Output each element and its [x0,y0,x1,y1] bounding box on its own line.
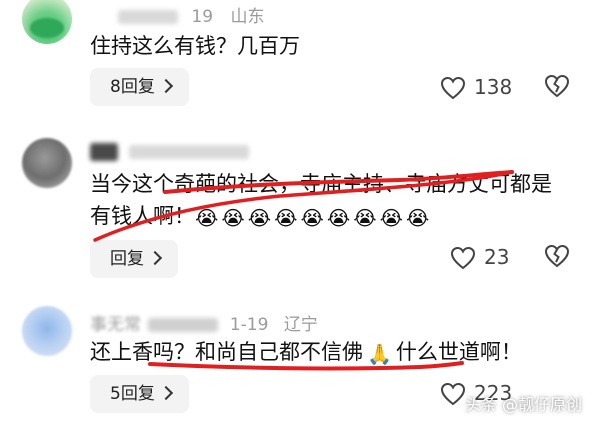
dislike-button[interactable] [544,244,570,272]
crying-laughing-emoji: 😭 [353,206,377,230]
comment-text: 住持这么有钱？几百万 [90,34,300,58]
comment-text-line: 有钱人啊！😭 😭 😭 😭 😭 😭 😭 😭 😭 [90,200,432,234]
crying-laughing-emoji: 😭 [406,206,430,230]
comment-text-part: 什么世道啊！ [395,340,522,364]
crying-laughing-emoji: 😭 [379,206,403,230]
comment-item: 当今这个奇葩的社会，寺庙主持、寺庙方丈可都是 有钱人啊！😭 😭 😭 😭 😭 😭 😭 😭 😭 回复… [0,130,600,285]
emoji: 🙏 [367,342,392,366]
reply-button[interactable]: 回复 [90,240,178,278]
avatar[interactable] [22,0,72,44]
heart-outline-icon [440,382,466,406]
like-count: 23 [484,245,510,269]
comment-meta: 19 山东 [118,2,264,27]
reply-label: 5回复 [110,384,155,404]
avatar[interactable] [22,306,72,356]
blurred-author [129,145,250,159]
crying-laughing-emoji: 😭 [221,206,245,230]
comment-region: 辽宁 [283,315,318,335]
blurred-author [118,10,178,24]
crying-laughing-emoji: 😭 [274,206,298,230]
comment-text-line: 还上香吗？和尚自己都不信佛 🙏 什么世道啊！ [90,336,522,370]
crying-laughing-emoji: 😭 [247,206,272,230]
broken-heart-icon [544,74,570,98]
avatar[interactable] [22,138,72,188]
reply-button[interactable]: 5回复 [90,375,189,413]
comment-text-part: 有钱人啊！ [90,204,195,228]
like-button[interactable]: 138 [440,72,512,102]
comment-author-fragment: 事无常 [90,315,141,335]
reply-label: 8回复 [110,77,155,97]
emoji-row: 😭 😭 😭 😭 😭 😭 😭 😭 😭 [195,204,432,230]
chevron-right-icon [158,78,173,94]
crying-laughing-emoji: 😭 [300,206,324,230]
comment-text-line: 当今这个奇葩的社会，寺庙主持、寺庙方丈可都是 [90,172,552,196]
comment-text-part: 还上香吗？和尚自己都不信佛 [90,340,363,364]
blurred-author [90,143,118,161]
comment-item: 19 山东 住持这么有钱？几百万 8回复 138 [0,0,600,115]
watermark: 头条 @靓仔原创 [464,395,582,414]
comment-date: 1-19 [229,315,269,335]
reply-button[interactable]: 8回复 [90,68,189,106]
reply-label: 回复 [110,249,144,269]
chevron-right-icon [158,385,173,401]
heart-outline-icon [440,76,466,100]
heart-outline-icon [450,246,476,270]
like-button[interactable]: 23 [450,242,509,272]
crying-laughing-emoji: 😭 [195,206,219,230]
chevron-right-icon [147,250,163,266]
comment-meta: 事无常 1-19 辽宁 [90,310,318,335]
blurred-author [148,318,219,332]
crying-laughing-emoji: 😭 [326,206,351,230]
broken-heart-icon [544,244,570,268]
dislike-button[interactable] [544,74,570,102]
comment-date-fragment: 19 [191,7,214,27]
like-count: 138 [474,75,513,99]
comment-meta [90,142,250,162]
comment-region: 山东 [230,7,265,27]
